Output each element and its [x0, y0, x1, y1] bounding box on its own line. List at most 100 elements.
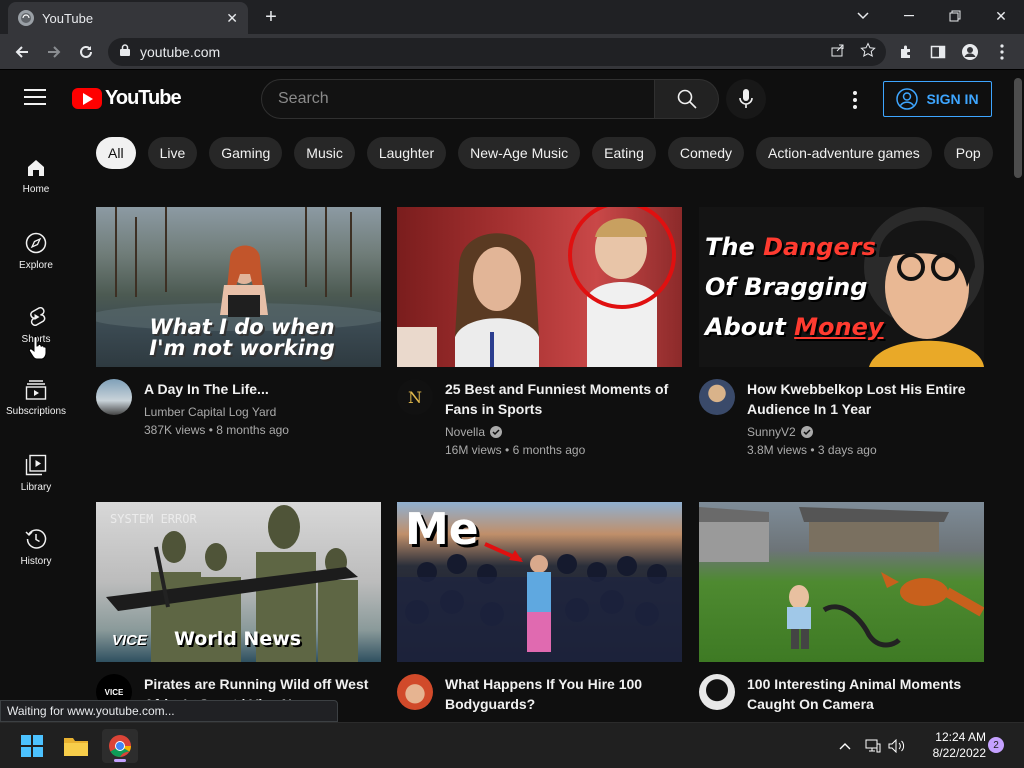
video-card[interactable]: The Dangers Of Bragging About Money How …: [699, 207, 984, 457]
chevron-up-icon: [839, 743, 851, 750]
chip-gaming[interactable]: Gaming: [209, 137, 283, 169]
video-card[interactable]: 100 Interesting Animal Moments Caught On…: [699, 502, 984, 714]
chip-live[interactable]: Live: [147, 137, 198, 169]
page-scrollbar[interactable]: [1012, 70, 1024, 700]
restore-button[interactable]: [932, 0, 978, 32]
close-tab-icon[interactable]: ✕: [226, 10, 238, 27]
chip-eating[interactable]: Eating: [592, 137, 656, 169]
search-button[interactable]: [655, 79, 719, 119]
lock-icon[interactable]: [120, 43, 130, 61]
video-thumbnail[interactable]: SYSTEM ERROR VICE World News: [96, 502, 381, 662]
browser-menu-icon[interactable]: [988, 38, 1016, 66]
sidebar-item-library[interactable]: Library: [0, 438, 72, 512]
file-explorer-button[interactable]: [58, 729, 94, 763]
video-title[interactable]: 100 Interesting Animal Moments Caught On…: [747, 674, 984, 714]
notification-badge[interactable]: 2: [988, 737, 1004, 753]
compass-icon: [25, 232, 47, 254]
video-card[interactable]: N 25 Best and Funniest Moments of Fans i…: [397, 207, 682, 457]
thumbnail-caption: What I do when I'm not working: [149, 315, 335, 360]
channel-name[interactable]: SunnyV2: [747, 425, 796, 439]
view-count: 3.8M views: [747, 443, 808, 457]
sidebar-item-label: Explore: [19, 260, 53, 271]
share-icon[interactable]: [830, 42, 846, 63]
youtube-logo[interactable]: YouTube: [72, 87, 182, 110]
upload-age: 3 days ago: [817, 443, 877, 457]
upload-age: 6 months ago: [512, 443, 586, 457]
video-title[interactable]: A Day In The Life...: [144, 379, 289, 399]
channel-name[interactable]: Novella: [445, 425, 485, 439]
channel-avatar[interactable]: [699, 674, 735, 710]
sidebar-item-explore[interactable]: Explore: [0, 216, 72, 290]
minimize-button[interactable]: [886, 0, 932, 32]
chip-music[interactable]: Music: [294, 137, 355, 169]
close-window-button[interactable]: ✕: [978, 0, 1024, 32]
voice-search-button[interactable]: [726, 79, 766, 119]
chrome-icon: [109, 735, 131, 757]
video-card[interactable]: What I do when I'm not working A Day In …: [96, 207, 381, 437]
scrollbar-thumb[interactable]: [1014, 78, 1022, 178]
channel-avatar[interactable]: [397, 674, 433, 710]
thumbnail-caption: The Dangers Of Bragging About Money: [705, 227, 884, 347]
back-button[interactable]: [8, 38, 36, 66]
video-thumbnail[interactable]: [699, 502, 984, 662]
video-card[interactable]: SYSTEM ERROR VICE World News VICE Pirate…: [96, 502, 381, 714]
video-thumbnail[interactable]: The Dangers Of Bragging About Money: [699, 207, 984, 367]
sign-in-label: SIGN IN: [926, 91, 979, 107]
bookmark-star-icon[interactable]: [860, 41, 876, 63]
chip-comedy[interactable]: Comedy: [667, 137, 744, 169]
start-button[interactable]: [14, 729, 50, 763]
video-title[interactable]: 25 Best and Funniest Moments of Fans in …: [445, 379, 682, 419]
extensions-icon[interactable]: [892, 38, 920, 66]
video-thumbnail[interactable]: Me: [397, 502, 682, 662]
clock-time: 12:24 AM: [935, 730, 986, 744]
sidebar-item-home[interactable]: Home: [0, 142, 72, 216]
url-text[interactable]: youtube.com: [140, 44, 830, 60]
chip-pop[interactable]: Pop: [943, 137, 993, 169]
tab-search-icon[interactable]: [840, 0, 886, 32]
video-title[interactable]: Pirates are Running Wild off West: [144, 674, 368, 694]
thumbnail-art: [699, 507, 984, 649]
side-panel-icon[interactable]: [924, 38, 952, 66]
sidebar-item-label: Library: [20, 482, 52, 493]
chip-laughter[interactable]: Laughter: [366, 137, 447, 169]
sign-in-button[interactable]: SIGN IN: [883, 81, 992, 117]
settings-menu-icon[interactable]: [843, 89, 867, 111]
caption-highlight: Money: [794, 313, 884, 341]
channel-avatar[interactable]: [699, 379, 735, 415]
browser-tab[interactable]: YouTube ✕: [8, 2, 248, 34]
volume-icon[interactable]: [886, 729, 908, 763]
view-count: 387K views: [144, 423, 206, 437]
video-thumbnail[interactable]: [397, 207, 682, 367]
video-thumbnail[interactable]: What I do when I'm not working: [96, 207, 381, 367]
show-hidden-icons-button[interactable]: [834, 729, 856, 763]
search-input[interactable]: [278, 90, 654, 108]
library-icon: [25, 454, 47, 476]
chip-new-age-music[interactable]: New-Age Music: [458, 137, 581, 169]
upload-age: 8 months ago: [216, 423, 289, 437]
sidebar-item-label: History: [20, 556, 52, 567]
hamburger-menu-icon[interactable]: [24, 89, 46, 107]
address-bar[interactable]: youtube.com: [108, 38, 886, 66]
profile-icon[interactable]: [956, 38, 984, 66]
chrome-taskbar-button[interactable]: [102, 729, 138, 763]
caption-highlight: Dangers: [763, 233, 876, 261]
network-icon[interactable]: [862, 729, 884, 763]
video-card[interactable]: Me What Happens If You Hire 100 Bodyguar…: [397, 502, 682, 714]
chip-all[interactable]: All: [96, 137, 136, 169]
sidebar-item-history[interactable]: History: [0, 512, 72, 586]
new-tab-button[interactable]: +: [260, 6, 282, 28]
chip-action-adventure-games[interactable]: Action-adventure games: [756, 137, 932, 169]
channel-avatar[interactable]: [96, 379, 132, 415]
video-title[interactable]: What Happens If You Hire 100 Bodyguards?: [445, 674, 682, 714]
search-box[interactable]: [261, 79, 655, 119]
sidebar-item-subscriptions[interactable]: Subscriptions: [0, 364, 72, 438]
channel-name[interactable]: Lumber Capital Log Yard: [144, 405, 276, 419]
video-title[interactable]: How Kwebbelkop Lost His Entire Audience …: [747, 379, 984, 419]
verified-badge-icon: [490, 426, 503, 438]
reload-button[interactable]: [72, 38, 100, 66]
channel-avatar[interactable]: N: [397, 379, 433, 415]
thumbnail-art: [397, 207, 676, 367]
youtube-play-icon: [72, 88, 102, 109]
system-clock[interactable]: 12:24 AM 8/22/2022: [916, 729, 986, 761]
forward-button[interactable]: [40, 38, 68, 66]
